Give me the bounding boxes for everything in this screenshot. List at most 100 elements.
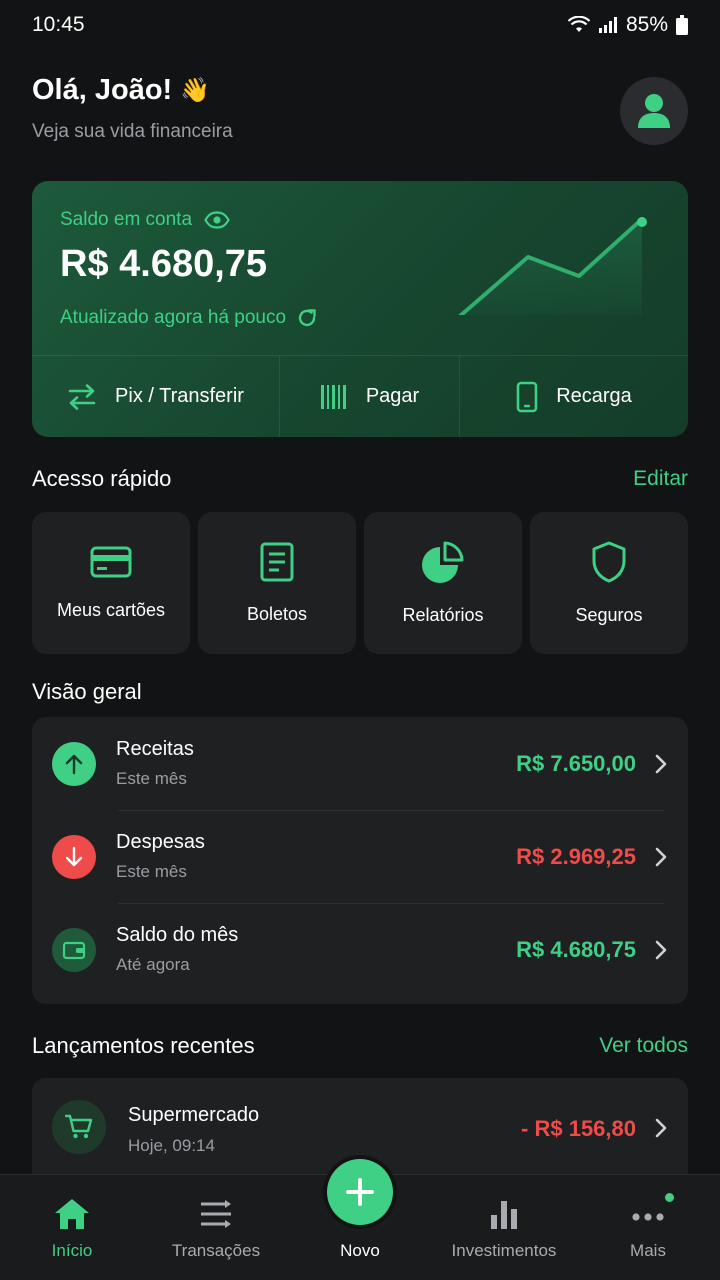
overview-month-balance-value: R$ 4.680,75 <box>516 936 636 962</box>
wifi-icon <box>567 16 590 32</box>
chevron-right-icon <box>655 847 667 866</box>
recent-title: Lançamentos recentes <box>32 1033 255 1058</box>
quick-access-title: Acesso rápido <box>32 466 172 491</box>
balance-actions: Pix / Transferir Pagar Recarga <box>32 355 688 437</box>
profile-avatar-button[interactable] <box>620 77 688 145</box>
pay-button[interactable]: Pagar <box>280 356 460 437</box>
greeting-text: Olá, João! <box>32 74 173 106</box>
nav-transactions[interactable]: Transações <box>144 1175 288 1280</box>
recent-item-time: Hoje, 09:14 <box>128 1136 215 1155</box>
quick-access-grid: Meus cartões Boletos Relatórios Seguros <box>32 512 688 654</box>
pix-transfer-button[interactable]: Pix / Transferir <box>32 356 280 437</box>
overview-expenses-title: Despesas <box>116 831 205 853</box>
signal-icon <box>598 17 617 33</box>
see-all-link[interactable]: Ver todos <box>599 1034 688 1058</box>
nav-home-label: Início <box>51 1241 93 1260</box>
greeting-block: Olá, João! 👋 Veja sua vida financeira <box>32 74 233 143</box>
recent-item-value: - R$ 156,80 <box>521 1116 636 1141</box>
overview-expenses-text: Despesas Este mês <box>116 831 516 882</box>
status-time: 10:45 <box>32 13 85 36</box>
quick-tile-reports[interactable]: Relatórios <box>364 512 522 654</box>
quick-tile-insurance[interactable]: Seguros <box>530 512 688 654</box>
status-bar: 10:45 85% <box>0 0 720 50</box>
bottom-nav: Início Transações Novo Investimentos Mai… <box>0 1159 720 1280</box>
transfer-arrows-icon <box>68 383 96 410</box>
pie-chart-icon <box>422 541 464 583</box>
nav-transactions-label: Transações <box>171 1241 261 1260</box>
pix-transfer-label: Pix / Transferir <box>115 385 244 407</box>
quick-access-header: Acesso rápido Editar <box>32 466 688 492</box>
balance-card: Saldo em conta R$ 4.680,75 Atualizado ag… <box>32 181 688 437</box>
bar-chart-icon <box>491 1201 517 1229</box>
recent-item-title: Supermercado <box>128 1104 260 1126</box>
quick-label-insurance: Seguros <box>575 604 643 625</box>
wallet-icon <box>52 927 96 972</box>
greeting-title: Olá, João! 👋 <box>32 74 233 107</box>
nav-investments-label: Investimentos <box>451 1241 557 1260</box>
quick-label-cards: Meus cartões <box>56 599 166 620</box>
nav-investments[interactable]: Investimentos <box>432 1175 576 1280</box>
overview-row-income[interactable]: Receitas Este mês R$ 7.650,00 <box>32 717 688 810</box>
nav-new[interactable]: Novo <box>288 1159 432 1280</box>
overview-header: Visão geral <box>32 679 688 705</box>
phone-icon <box>516 381 538 412</box>
user-icon <box>638 94 670 128</box>
home-icon <box>55 1199 89 1229</box>
more-icon <box>632 1213 664 1221</box>
overview-row-expenses[interactable]: Despesas Este mês R$ 2.969,25 <box>32 810 688 903</box>
cart-icon <box>52 1100 106 1154</box>
greeting-subtitle: Veja sua vida financeira <box>32 121 233 142</box>
overview-row-month-balance[interactable]: Saldo do mês Até agora R$ 4.680,75 <box>32 903 688 996</box>
nav-more[interactable]: Mais <box>576 1175 720 1280</box>
transactions-icon <box>201 1200 231 1228</box>
overview-income-text: Receitas Este mês <box>116 738 516 789</box>
recent-item-text: Supermercado Hoje, 09:14 <box>128 1100 521 1156</box>
balance-trend-chart <box>458 217 647 315</box>
overview-month-balance-sub: Até agora <box>116 955 190 974</box>
chevron-right-icon <box>655 1118 667 1138</box>
recharge-button[interactable]: Recarga <box>460 356 688 437</box>
refresh-icon <box>298 309 316 327</box>
nav-new-label: Novo <box>340 1241 380 1260</box>
overview-expenses-value: R$ 2.969,25 <box>516 843 636 869</box>
credit-card-icon <box>90 546 132 577</box>
recent-header: Lançamentos recentes Ver todos <box>32 1033 688 1059</box>
pay-label: Pagar <box>365 385 420 407</box>
quick-label-reports: Relatórios <box>402 604 484 625</box>
shield-icon <box>592 541 626 582</box>
balance-updated-row[interactable]: Atualizado agora há pouco <box>60 307 318 329</box>
edit-link[interactable]: Editar <box>633 467 688 491</box>
overview-income-value: R$ 7.650,00 <box>516 750 636 776</box>
overview-title: Visão geral <box>32 679 142 704</box>
battery-icon <box>676 15 688 35</box>
nav-more-label: Mais <box>630 1241 666 1260</box>
balance-label-row: Saldo em conta <box>60 209 230 231</box>
recharge-label: Recarga <box>556 385 632 407</box>
overview-card: Receitas Este mês R$ 7.650,00 Despesas E… <box>32 717 688 1004</box>
status-icons: 85% <box>567 13 688 37</box>
waving-hand-emoji: 👋 <box>180 77 211 104</box>
balance-value: R$ 4.680,75 <box>60 243 268 285</box>
nav-home[interactable]: Início <box>0 1175 144 1280</box>
plus-icon <box>346 1178 374 1206</box>
quick-tile-cards[interactable]: Meus cartões <box>32 512 190 654</box>
overview-expenses-sub: Este mês <box>116 862 187 881</box>
overview-month-balance-title: Saldo do mês <box>116 924 239 946</box>
overview-income-title: Receitas <box>116 738 194 760</box>
chevron-right-icon <box>655 754 667 773</box>
quick-tile-bills[interactable]: Boletos <box>198 512 356 654</box>
arrow-up-icon <box>52 741 96 786</box>
arrow-down-icon <box>52 834 96 879</box>
overview-month-balance-text: Saldo do mês Até agora <box>116 924 516 975</box>
document-icon <box>260 542 294 581</box>
overview-income-sub: Este mês <box>116 769 187 788</box>
notification-dot <box>665 1193 674 1202</box>
barcode-icon <box>320 384 346 409</box>
balance-label: Saldo em conta <box>60 209 193 230</box>
quick-label-bills: Boletos <box>246 603 308 624</box>
balance-updated-text: Atualizado agora há pouco <box>60 307 287 328</box>
chevron-right-icon <box>655 940 667 959</box>
new-fab-button[interactable] <box>327 1159 393 1225</box>
eye-icon[interactable] <box>204 211 230 229</box>
battery-percent: 85% <box>625 13 668 36</box>
